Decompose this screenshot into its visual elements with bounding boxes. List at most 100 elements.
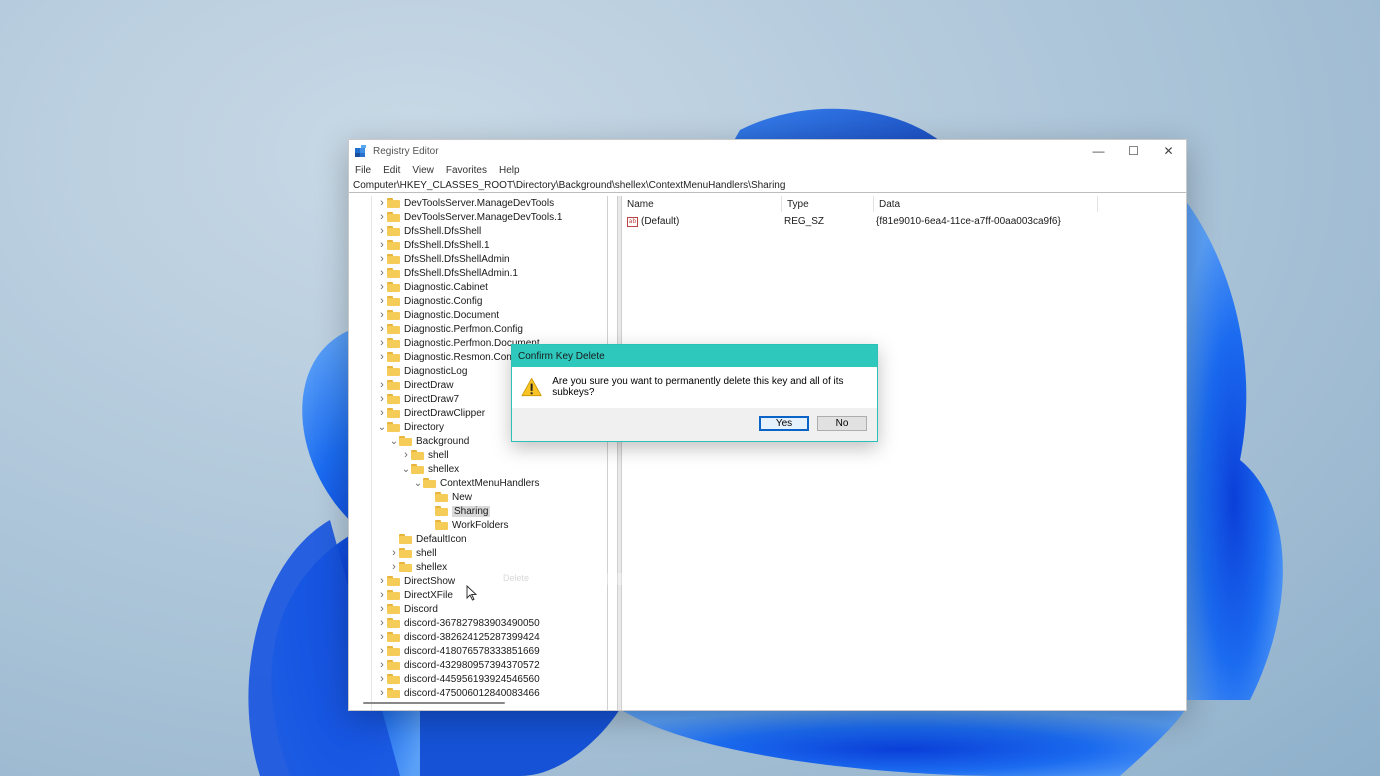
chevron-right-icon[interactable]: ›	[377, 224, 387, 238]
menu-favorites[interactable]: Favorites	[446, 165, 487, 176]
chevron-down-icon[interactable]: ⌄	[401, 462, 411, 476]
tree-item[interactable]: › DevToolsServer.ManageDevTools	[377, 196, 554, 210]
chevron-down-icon[interactable]: ⌄	[413, 476, 423, 490]
address-bar[interactable]: Computer\HKEY_CLASSES_ROOT\Directory\Bac…	[349, 178, 1186, 193]
tree-item[interactable]: › discord-367827983903490050	[377, 616, 540, 630]
tree-item[interactable]: ⌄ ContextMenuHandlers	[413, 476, 540, 490]
menu-file[interactable]: File	[355, 165, 371, 176]
chevron-right-icon[interactable]: ›	[389, 546, 399, 560]
chevron-right-icon[interactable]: ›	[377, 308, 387, 322]
tree-item[interactable]: WorkFolders	[425, 518, 509, 532]
maximize-button[interactable]: ☐	[1116, 140, 1151, 162]
key-tree-pane[interactable]: › DevToolsServer.ManageDevTools › DevToolsS…	[349, 196, 608, 710]
tree-item[interactable]: › Discord	[377, 602, 438, 616]
tree-item[interactable]: DiagnosticLog	[377, 364, 467, 378]
tree-item[interactable]: › shell	[389, 546, 437, 560]
menu-help[interactable]: Help	[499, 165, 520, 176]
chevron-right-icon[interactable]: ›	[377, 238, 387, 252]
chevron-right-icon[interactable]: ›	[377, 210, 387, 224]
chevron-right-icon[interactable]: ›	[377, 658, 387, 672]
tree-item[interactable]: › DirectXFile	[377, 588, 453, 602]
chevron-right-icon[interactable]: ›	[389, 560, 399, 574]
chevron-right-icon[interactable]: ›	[377, 280, 387, 294]
tree-item[interactable]: ⌄ Directory	[377, 420, 444, 434]
tree-item[interactable]: › discord-445956193924546560	[377, 672, 540, 686]
no-button[interactable]: No	[817, 416, 867, 431]
chevron-right-icon[interactable]: ›	[377, 266, 387, 280]
tree-item-label: shell	[416, 547, 437, 559]
dialog-button-bar: Yes No	[512, 408, 877, 441]
menu-edit[interactable]: Edit	[383, 165, 400, 176]
tree-item[interactable]: › DfsShell.DfsShell.1	[377, 238, 489, 252]
chevron-right-icon[interactable]: ›	[377, 294, 387, 308]
chevron-right-icon[interactable]: ›	[377, 588, 387, 602]
registry-editor-icon	[355, 145, 366, 157]
tree-item[interactable]: Sharing	[425, 504, 491, 518]
dialog-title[interactable]: Confirm Key Delete	[512, 345, 877, 367]
tree-item[interactable]: ⌄ shellex	[401, 462, 459, 476]
chevron-right-icon[interactable]: ›	[377, 644, 387, 658]
chevron-right-icon[interactable]: ›	[377, 252, 387, 266]
tree-item[interactable]: › discord-382624125287399424	[377, 630, 540, 644]
tree-item[interactable]: DefaultIcon	[389, 532, 467, 546]
tree-item[interactable]: › shell	[401, 448, 448, 462]
tree-item-label: shellex	[416, 561, 448, 573]
menu-view[interactable]: View	[412, 165, 434, 176]
chevron-down-icon[interactable]: ⌄	[377, 420, 387, 434]
column-header-name[interactable]: Name	[622, 196, 782, 212]
tree-item[interactable]: › Diagnostic.Document	[377, 308, 499, 322]
tree-item[interactable]: › discord-475006012840083466	[377, 686, 540, 700]
tree-item-label: DirectXFile	[404, 589, 453, 601]
folder-icon	[387, 352, 400, 362]
yes-button[interactable]: Yes	[759, 416, 809, 431]
chevron-right-icon[interactable]: ›	[377, 602, 387, 616]
tree-item[interactable]: › DfsShell.DfsShellAdmin.1	[377, 266, 518, 280]
tree-item[interactable]: › Diagnostic.Resmon.Config	[377, 350, 522, 364]
close-button[interactable]: ✕	[1151, 140, 1186, 162]
values-pane[interactable]: Name Type Data ab (Default) REG_SZ {f81e…	[622, 196, 1185, 710]
minimize-button[interactable]: —	[1081, 140, 1116, 162]
tree-item[interactable]: › discord-418076578333851669	[377, 644, 540, 658]
chevron-right-icon[interactable]: ›	[377, 350, 387, 364]
chevron-right-icon[interactable]: ›	[377, 686, 387, 700]
folder-icon	[387, 212, 400, 222]
chevron-right-icon[interactable]: ›	[377, 196, 387, 210]
chevron-right-icon[interactable]: ›	[377, 378, 387, 392]
chevron-right-icon[interactable]: ›	[377, 336, 387, 350]
tree-item[interactable]: › DirectDraw	[377, 378, 453, 392]
tree-item-label: DfsShell.DfsShell	[404, 225, 482, 237]
confirm-key-delete-dialog: Confirm Key Delete Are you sure you want…	[511, 344, 878, 442]
tree-item[interactable]: › DevToolsServer.ManageDevTools.1	[377, 210, 562, 224]
folder-icon	[387, 646, 400, 656]
tree-item[interactable]: › DfsShell.DfsShell	[377, 224, 481, 238]
chevron-right-icon[interactable]: ›	[377, 574, 387, 588]
chevron-right-icon[interactable]: ›	[377, 630, 387, 644]
value-row[interactable]: ab (Default) REG_SZ {f81e9010-6ea4-11ce-…	[622, 214, 1098, 229]
chevron-right-icon[interactable]: ›	[401, 448, 411, 462]
chevron-right-icon[interactable]: ›	[377, 616, 387, 630]
chevron-right-icon[interactable]: ›	[377, 406, 387, 420]
tree-item-label: Discord	[404, 603, 438, 615]
tree-item[interactable]: New	[425, 490, 472, 504]
tree-item[interactable]: › DirectDraw7	[377, 392, 459, 406]
chevron-down-icon[interactable]: ⌄	[389, 434, 399, 448]
tree-item[interactable]: › DirectDrawClipper	[377, 406, 485, 420]
chevron-right-icon[interactable]: ›	[377, 322, 387, 336]
tree-item-label: WorkFolders	[452, 519, 509, 531]
tree-item[interactable]: › DirectShow	[377, 574, 455, 588]
tree-item[interactable]: › discord-432980957394370572	[377, 658, 540, 672]
tree-item[interactable]: ⌄ Background	[389, 434, 470, 448]
tree-item[interactable]: › DfsShell.DfsShellAdmin	[377, 252, 509, 266]
column-header-data[interactable]: Data	[874, 196, 1098, 212]
title-bar[interactable]: Registry Editor — ☐ ✕	[349, 140, 1186, 162]
chevron-right-icon[interactable]: ›	[377, 392, 387, 406]
column-header-type[interactable]: Type	[782, 196, 874, 212]
folder-icon	[387, 422, 400, 432]
tree-item[interactable]: › shellex	[389, 560, 447, 574]
folder-icon	[387, 604, 400, 614]
tree-horizontal-scrollbar[interactable]	[363, 702, 505, 704]
chevron-right-icon[interactable]: ›	[377, 672, 387, 686]
tree-item[interactable]: › Diagnostic.Config	[377, 294, 482, 308]
tree-item[interactable]: › Diagnostic.Cabinet	[377, 280, 488, 294]
tree-item[interactable]: › Diagnostic.Perfmon.Config	[377, 322, 523, 336]
